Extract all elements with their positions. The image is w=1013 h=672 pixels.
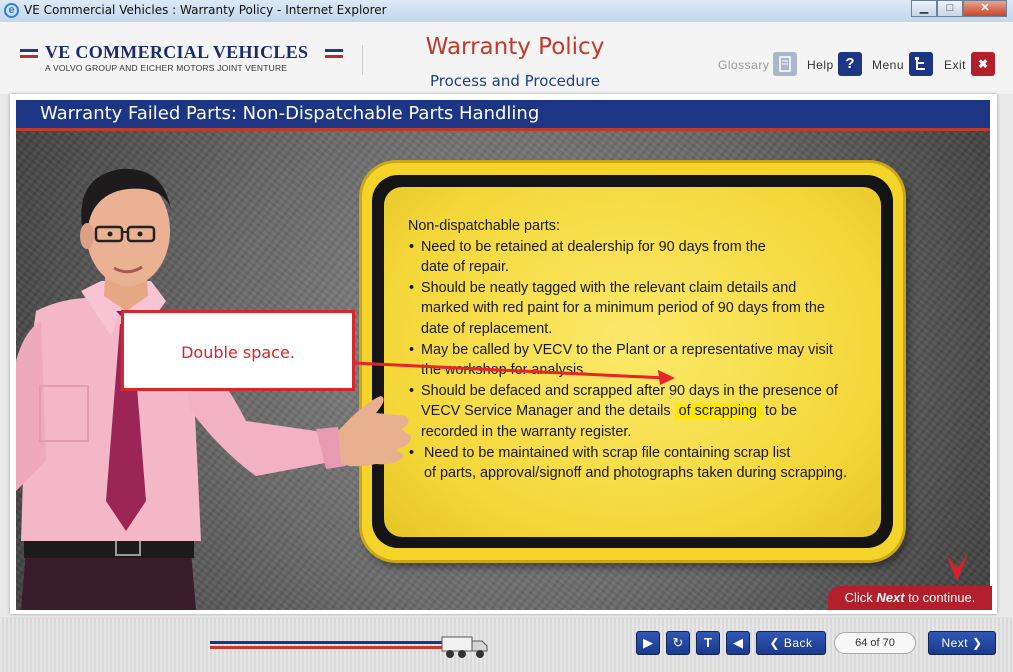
chevron-left-icon: ❮	[769, 636, 781, 650]
page-title: Warranty Failed Parts: Non-Dispatchable …	[40, 103, 540, 124]
down-arrow-icon	[946, 554, 968, 582]
chevron-right-icon: ❯	[971, 636, 983, 650]
course-subtitle: Process and Procedure	[429, 72, 601, 90]
menu-tree-icon	[915, 57, 925, 70]
header-divider	[362, 45, 363, 75]
play-icon: ▶	[643, 635, 653, 650]
callout-text: Double space.	[181, 343, 295, 362]
glossary-button[interactable]	[773, 52, 797, 76]
continue-prompt: Click Next to continue.	[828, 586, 992, 610]
page-indicator: 64 of 70	[834, 632, 916, 654]
glossary-book-icon	[779, 56, 791, 72]
transcript-icon: T	[704, 635, 712, 650]
back-button[interactable]: ❮ Back	[756, 631, 826, 655]
logo-flag-left-icon	[20, 49, 38, 59]
list-item: Should be neatly tagged with the relevan…	[408, 278, 878, 340]
replay-icon: ↻	[672, 635, 684, 650]
window-controls: ▁ □ ✕	[911, 0, 1007, 17]
company-logo-title: VE COMMERCIAL VEHICLES	[45, 42, 309, 62]
replay-button[interactable]: ↻	[666, 631, 690, 655]
review-callout-box: Double space.	[121, 310, 355, 391]
company-logo-subtitle: A VOLVO GROUP AND EICHER MOTORS JOINT VE…	[45, 63, 288, 73]
callout-arrow-icon	[333, 360, 675, 385]
course-title: Warranty Policy	[425, 34, 605, 60]
menu-button[interactable]	[909, 52, 933, 76]
page-title-banner: Warranty Failed Parts: Non-Dispatchable …	[16, 100, 990, 131]
glossary-label: Glossary	[718, 58, 770, 72]
logo-flag-right-icon	[325, 49, 343, 59]
close-window-button[interactable]: ✕	[963, 0, 1007, 17]
list-item: Need to be retained at dealership for 90…	[408, 237, 878, 278]
sign-heading: Non-dispatchable parts:	[408, 218, 560, 234]
progress-bar-fill	[210, 646, 458, 649]
help-label: Help	[807, 58, 834, 72]
list-item: Need to be maintained with scrap file co…	[408, 443, 878, 484]
speaker-icon: ◀	[733, 635, 743, 650]
exit-label: Exit	[944, 58, 967, 72]
close-x-icon: ✖	[977, 57, 989, 71]
question-mark-icon: ?	[845, 55, 855, 72]
truck-progress-icon	[441, 636, 488, 658]
help-button[interactable]: ?	[838, 52, 862, 76]
menu-label: Menu	[872, 58, 905, 72]
maximize-button[interactable]: □	[937, 0, 963, 17]
highlighted-text: of scrapping	[674, 403, 761, 420]
audio-button[interactable]: ◀	[726, 631, 750, 655]
exit-button[interactable]: ✖	[971, 52, 995, 76]
next-button[interactable]: Next ❯	[928, 631, 996, 655]
list-item: Should be defaced and scrapped after 90 …	[408, 381, 878, 443]
minimize-button[interactable]: ▁	[911, 0, 937, 17]
transcript-button[interactable]: T	[696, 631, 720, 655]
window-title: VE Commercial Vehicles : Warranty Policy…	[24, 3, 387, 17]
internet-explorer-icon: e	[4, 3, 19, 18]
play-button[interactable]: ▶	[636, 631, 660, 655]
window-titlebar: e VE Commercial Vehicles : Warranty Poli…	[0, 0, 1013, 23]
